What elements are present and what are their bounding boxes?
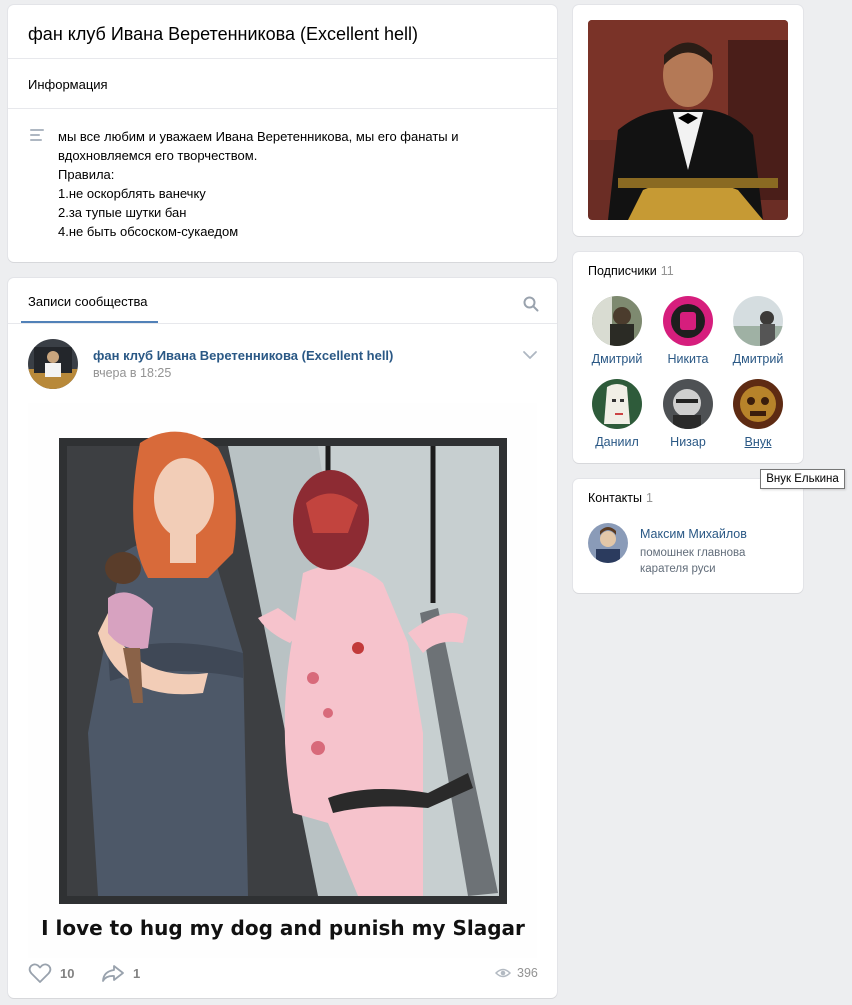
post-author-link[interactable]: фан клуб Ивана Веретенникова (Excellent …: [93, 348, 393, 363]
subscriber-name: Низар: [670, 435, 706, 449]
views-counter: 396: [495, 964, 538, 982]
subscriber-name: Дмитрий: [591, 352, 643, 366]
tab-community-posts[interactable]: Записи сообщества: [28, 294, 148, 309]
share-button[interactable]: 1: [101, 962, 140, 984]
info-label: Информация: [28, 77, 108, 92]
description-line: 4.не быть обсоском-сукаедом: [58, 224, 239, 239]
group-avatar[interactable]: [588, 20, 788, 220]
description-line: 1.не оскорблять ванечку: [58, 186, 206, 201]
subscribers-header[interactable]: Подписчики 11: [588, 264, 674, 278]
subscribers-count: 11: [660, 264, 674, 278]
avatar: [663, 296, 713, 346]
contacts-card: Контакты 1 Максим Михайлов помошнек главн…: [573, 479, 803, 593]
divider: [8, 108, 557, 109]
subscriber-item[interactable]: Дмитрий: [582, 296, 652, 366]
avatar: [592, 296, 642, 346]
subscriber-item[interactable]: Даниил: [582, 379, 652, 449]
share-count: 1: [133, 965, 141, 981]
description-line: вдохновляемся его творчеством.: [58, 148, 258, 163]
subscriber-item[interactable]: Никита: [653, 296, 723, 366]
avatar: [733, 379, 783, 429]
description-line: Правила:: [58, 167, 115, 182]
group-photo-card: [573, 5, 803, 236]
description-line: мы все любим и уважаем Ивана Веретеннико…: [58, 129, 459, 144]
share-icon: [102, 965, 124, 982]
avatar: [733, 296, 783, 346]
like-count: 10: [60, 965, 75, 981]
subscribers-card: Подписчики 11 Дмитрий Никита Дмитрий Дани…: [573, 252, 803, 463]
group-title: фан клуб Ивана Веретенникова (Excellent …: [28, 24, 419, 44]
search-icon[interactable]: [523, 296, 539, 312]
avatar: [663, 379, 713, 429]
subscriber-name: Никита: [667, 352, 709, 366]
subscriber-item[interactable]: Внук: [723, 379, 793, 449]
divider: [8, 323, 557, 324]
views-count: 396: [517, 966, 538, 980]
group-info-card: фан клуб Ивана Веретенникова (Excellent …: [8, 5, 557, 262]
contact-avatar[interactable]: [588, 523, 628, 563]
divider: [8, 58, 557, 59]
like-button[interactable]: 10: [28, 962, 74, 984]
contact-name[interactable]: Максим Михайлов: [640, 527, 747, 541]
subscriber-name: Даниил: [595, 435, 639, 449]
chevron-down-icon[interactable]: [522, 350, 538, 360]
contact-role: помошнек главнова карателя руси: [640, 547, 746, 575]
subscriber-tooltip: Внук Елькина: [760, 469, 845, 489]
post-image-caption: I love to hug my dog and punish my Slaga…: [41, 916, 525, 940]
contacts-count: 1: [646, 491, 653, 505]
contacts-title: Контакты: [588, 491, 642, 505]
heart-icon: [28, 963, 52, 983]
post-time[interactable]: вчера в 18:25: [93, 366, 171, 380]
post-image[interactable]: I love to hug my dog and punish my Slaga…: [28, 403, 537, 958]
group-description: мы все любим и уважаем Ивана Веретеннико…: [58, 127, 528, 241]
eye-icon: [495, 968, 511, 978]
wall-card: Записи сообщества фан клуб Ивана Веретен…: [8, 278, 557, 998]
description-line: 2.за тупые шутки бан: [58, 205, 187, 220]
avatar: [592, 379, 642, 429]
subscriber-name: Дмитрий: [732, 352, 784, 366]
subscribers-title: Подписчики: [588, 264, 657, 278]
post-author-avatar[interactable]: [28, 339, 78, 389]
description-icon: [30, 129, 44, 141]
subscriber-name: Внук: [744, 435, 772, 449]
subscriber-item[interactable]: Дмитрий: [723, 296, 793, 366]
subscriber-item[interactable]: Низар: [653, 379, 723, 449]
contacts-header[interactable]: Контакты 1: [588, 491, 653, 505]
